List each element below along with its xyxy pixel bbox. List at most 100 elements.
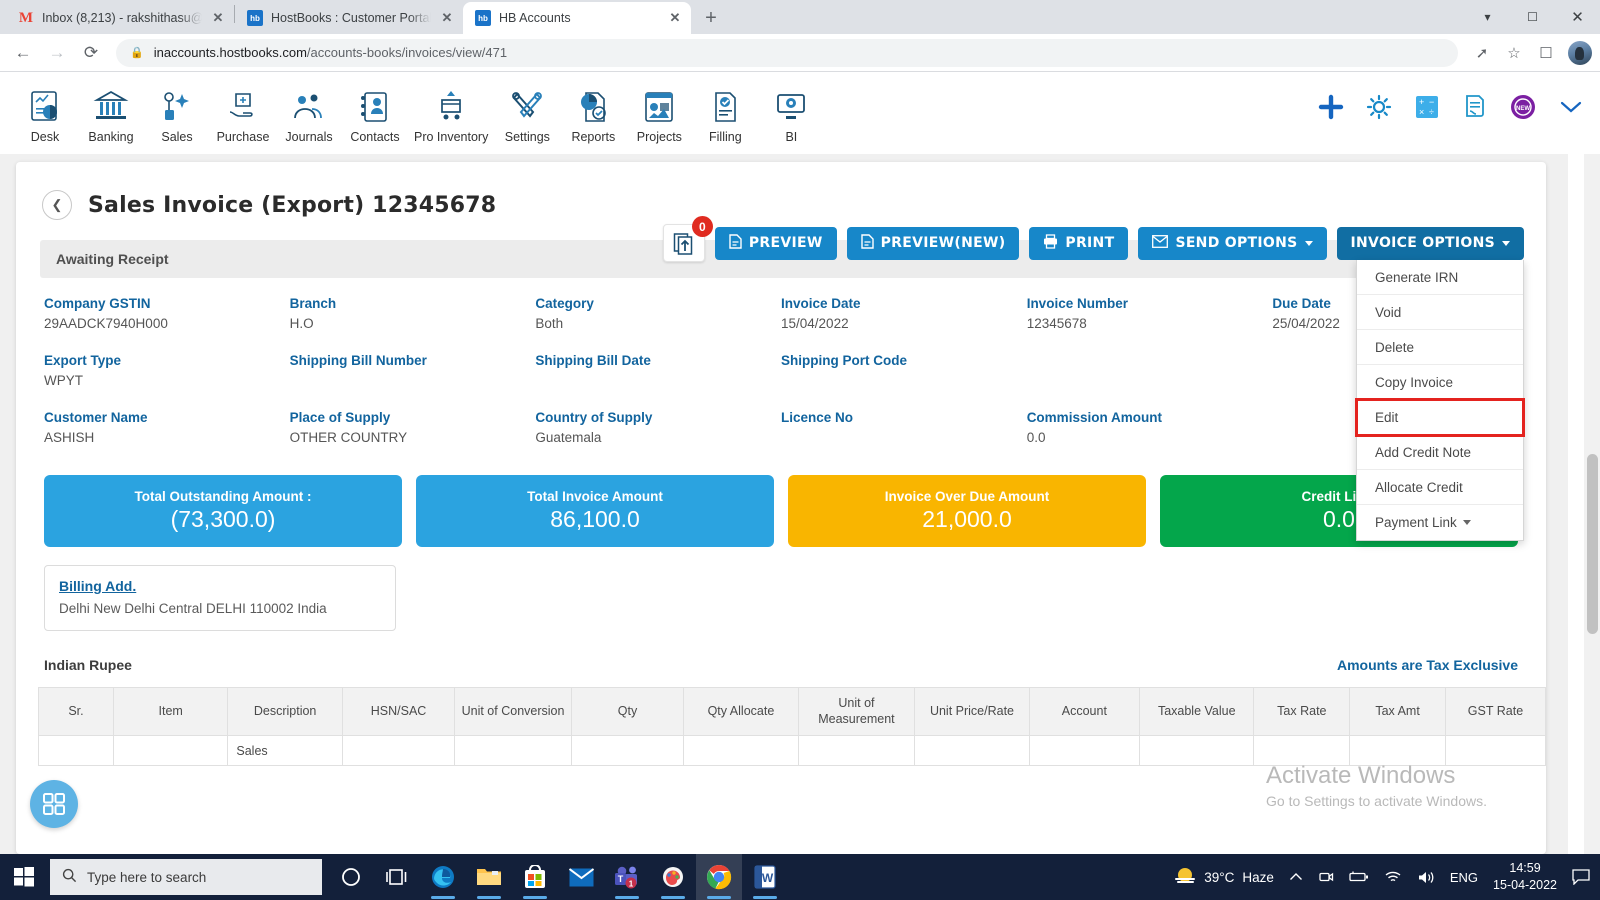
share-icon[interactable]: ➚ <box>1468 39 1496 67</box>
avatar[interactable] <box>1568 40 1592 65</box>
star-icon[interactable]: ☆ <box>1500 39 1528 67</box>
address-bar[interactable]: 🔒 inaccounts.hostbooks.com/accounts-book… <box>116 38 1458 67</box>
search-input[interactable]: Type here to search <box>50 859 322 895</box>
chrome-icon[interactable] <box>696 854 742 900</box>
menu-item-delete[interactable]: Delete <box>1357 330 1523 365</box>
weather-widget[interactable]: 39°C Haze <box>1174 866 1274 889</box>
invoice-options-button[interactable]: INVOICE OPTIONS <box>1336 226 1524 260</box>
notification-icon[interactable] <box>1572 869 1590 885</box>
browser-tab-1[interactable]: hb HostBooks : Customer Portal ✕ <box>235 2 463 34</box>
column-header-sr[interactable]: Sr. <box>38 687 114 736</box>
table-row[interactable]: Sales <box>38 735 1547 766</box>
preview-button[interactable]: PREVIEW <box>714 226 837 260</box>
camera-icon[interactable] <box>1318 869 1334 885</box>
nav-item-desk[interactable]: Desk <box>12 83 78 144</box>
nav-item-bi[interactable]: BI <box>758 83 824 144</box>
page-scrollbar[interactable] <box>1584 154 1600 854</box>
nav-item-reports[interactable]: Reports <box>560 83 626 144</box>
teams-icon[interactable]: T1 <box>604 854 650 900</box>
column-header-unit-price-rate[interactable]: Unit Price/Rate <box>914 687 1030 736</box>
microsoft-store-icon[interactable] <box>512 854 558 900</box>
weather-temp: 39°C <box>1204 869 1235 885</box>
nav-item-projects[interactable]: Projects <box>626 83 692 144</box>
menu-item-payment-link[interactable]: Payment Link <box>1357 505 1523 540</box>
file-explorer-icon[interactable] <box>466 854 512 900</box>
volume-icon[interactable] <box>1417 870 1435 885</box>
close-icon[interactable]: ✕ <box>210 10 226 26</box>
column-header-taxable-value[interactable]: Taxable Value <box>1139 687 1255 736</box>
battery-icon[interactable] <box>1349 870 1369 884</box>
browser-tab-2[interactable]: hb HB Accounts ✕ <box>463 2 691 34</box>
gear-icon[interactable] <box>1366 94 1392 120</box>
clock[interactable]: 14:59 15-04-2022 <box>1493 860 1557 894</box>
weather-desc: Haze <box>1242 869 1274 885</box>
column-header-hsn-sac[interactable]: HSN/SAC <box>341 687 456 736</box>
nav-item-purchase[interactable]: Purchase <box>210 83 276 144</box>
nav-item-banking[interactable]: Banking <box>78 83 144 144</box>
close-icon[interactable]: ✕ <box>667 10 683 26</box>
window-close-button[interactable]: ✕ <box>1555 0 1600 34</box>
mail-icon[interactable] <box>558 854 604 900</box>
task-view-icon[interactable] <box>374 854 420 900</box>
nav-item-sales[interactable]: Sales <box>144 83 210 144</box>
menu-item-generate-irn[interactable]: Generate IRN <box>1357 260 1523 295</box>
window-controls: ▾ ☐ ✕ <box>1465 0 1600 34</box>
menu-item-allocate-credit[interactable]: Allocate Credit <box>1357 470 1523 505</box>
reload-icon[interactable]: ⟳ <box>76 38 106 68</box>
chevron-down-icon[interactable] <box>1558 98 1584 116</box>
column-header-item[interactable]: Item <box>112 687 229 736</box>
nav-item-contacts[interactable]: Contacts <box>342 83 408 144</box>
new-badge-icon[interactable]: NEW <box>1510 94 1536 120</box>
menu-item-copy-invoice[interactable]: Copy Invoice <box>1357 365 1523 400</box>
app-nav-right-icons: + − × ÷ NEW <box>1318 94 1584 120</box>
plus-icon[interactable] <box>1318 94 1344 120</box>
chevron-left-icon[interactable]: ❮ <box>42 190 72 220</box>
cortana-icon[interactable] <box>328 854 374 900</box>
minimize-button[interactable]: ▾ <box>1465 0 1510 34</box>
browser-tab-0[interactable]: M Inbox (8,213) - rakshithasu@gma ✕ <box>6 2 234 34</box>
column-header-qty-allocate[interactable]: Qty Allocate <box>683 687 799 736</box>
grid-apps-icon[interactable] <box>30 780 78 828</box>
preview-new-button[interactable]: PREVIEW(NEW) <box>846 226 1020 260</box>
billing-address-link[interactable]: Billing Add. <box>59 578 381 594</box>
column-header-unit-of-measurement[interactable]: Unit of Measurement <box>797 687 916 736</box>
column-header-qty[interactable]: Qty <box>570 687 685 736</box>
column-header-tax-amt[interactable]: Tax Amt <box>1349 687 1446 736</box>
maximize-button[interactable]: ☐ <box>1510 0 1555 34</box>
word-icon[interactable]: W <box>742 854 788 900</box>
scrollbar-thumb[interactable] <box>1587 454 1598 634</box>
language-indicator[interactable]: ENG <box>1450 870 1478 885</box>
summary-cards: Total Outstanding Amount : (73,300.0) To… <box>16 467 1546 547</box>
column-header-gst-rate[interactable]: GST Rate <box>1444 687 1547 736</box>
nav-item-settings[interactable]: Settings <box>494 83 560 144</box>
nav-item-filling[interactable]: Filling <box>692 83 758 144</box>
column-header-account[interactable]: Account <box>1028 687 1141 736</box>
sidepanel-icon[interactable]: ☐ <box>1532 39 1560 67</box>
url-path: /accounts-books/invoices/view/471 <box>306 45 508 60</box>
back-icon[interactable]: ← <box>8 38 38 68</box>
wifi-icon[interactable] <box>1384 870 1402 884</box>
cell-gst-rate <box>1444 735 1547 766</box>
windows-icon[interactable] <box>0 854 48 900</box>
column-header-unit-of-conversion[interactable]: Unit of Conversion <box>454 687 572 736</box>
new-tab-button[interactable]: + <box>697 4 725 32</box>
cell-unit-of-conversion <box>454 735 572 766</box>
notes-icon[interactable] <box>1462 94 1488 120</box>
column-header-tax-rate[interactable]: Tax Rate <box>1253 687 1351 736</box>
menu-item-void[interactable]: Void <box>1357 295 1523 330</box>
send-options-button[interactable]: SEND OPTIONS <box>1138 226 1327 260</box>
paint-icon[interactable] <box>650 854 696 900</box>
column-header-description[interactable]: Description <box>227 687 343 736</box>
upload-file-icon[interactable]: 0 <box>662 216 713 262</box>
print-button[interactable]: PRINT <box>1029 226 1129 260</box>
invoice-toolbar: 0 PREVIEW PREVIEW(NEW) PRINT SEND OPTION… <box>662 216 1524 262</box>
field-place-of-supply: Place of Supply OTHER COUNTRY <box>290 410 536 447</box>
menu-item-add-credit-note[interactable]: Add Credit Note <box>1357 435 1523 470</box>
chevron-up-icon[interactable] <box>1289 872 1303 882</box>
close-icon[interactable]: ✕ <box>439 10 455 26</box>
calculator-icon[interactable]: + − × ÷ <box>1414 94 1440 120</box>
nav-item-journals[interactable]: Journals <box>276 83 342 144</box>
nav-item-pro-inventory[interactable]: Pro Inventory <box>408 83 494 144</box>
edge-icon[interactable] <box>420 854 466 900</box>
menu-item-edit[interactable]: Edit <box>1355 398 1525 437</box>
